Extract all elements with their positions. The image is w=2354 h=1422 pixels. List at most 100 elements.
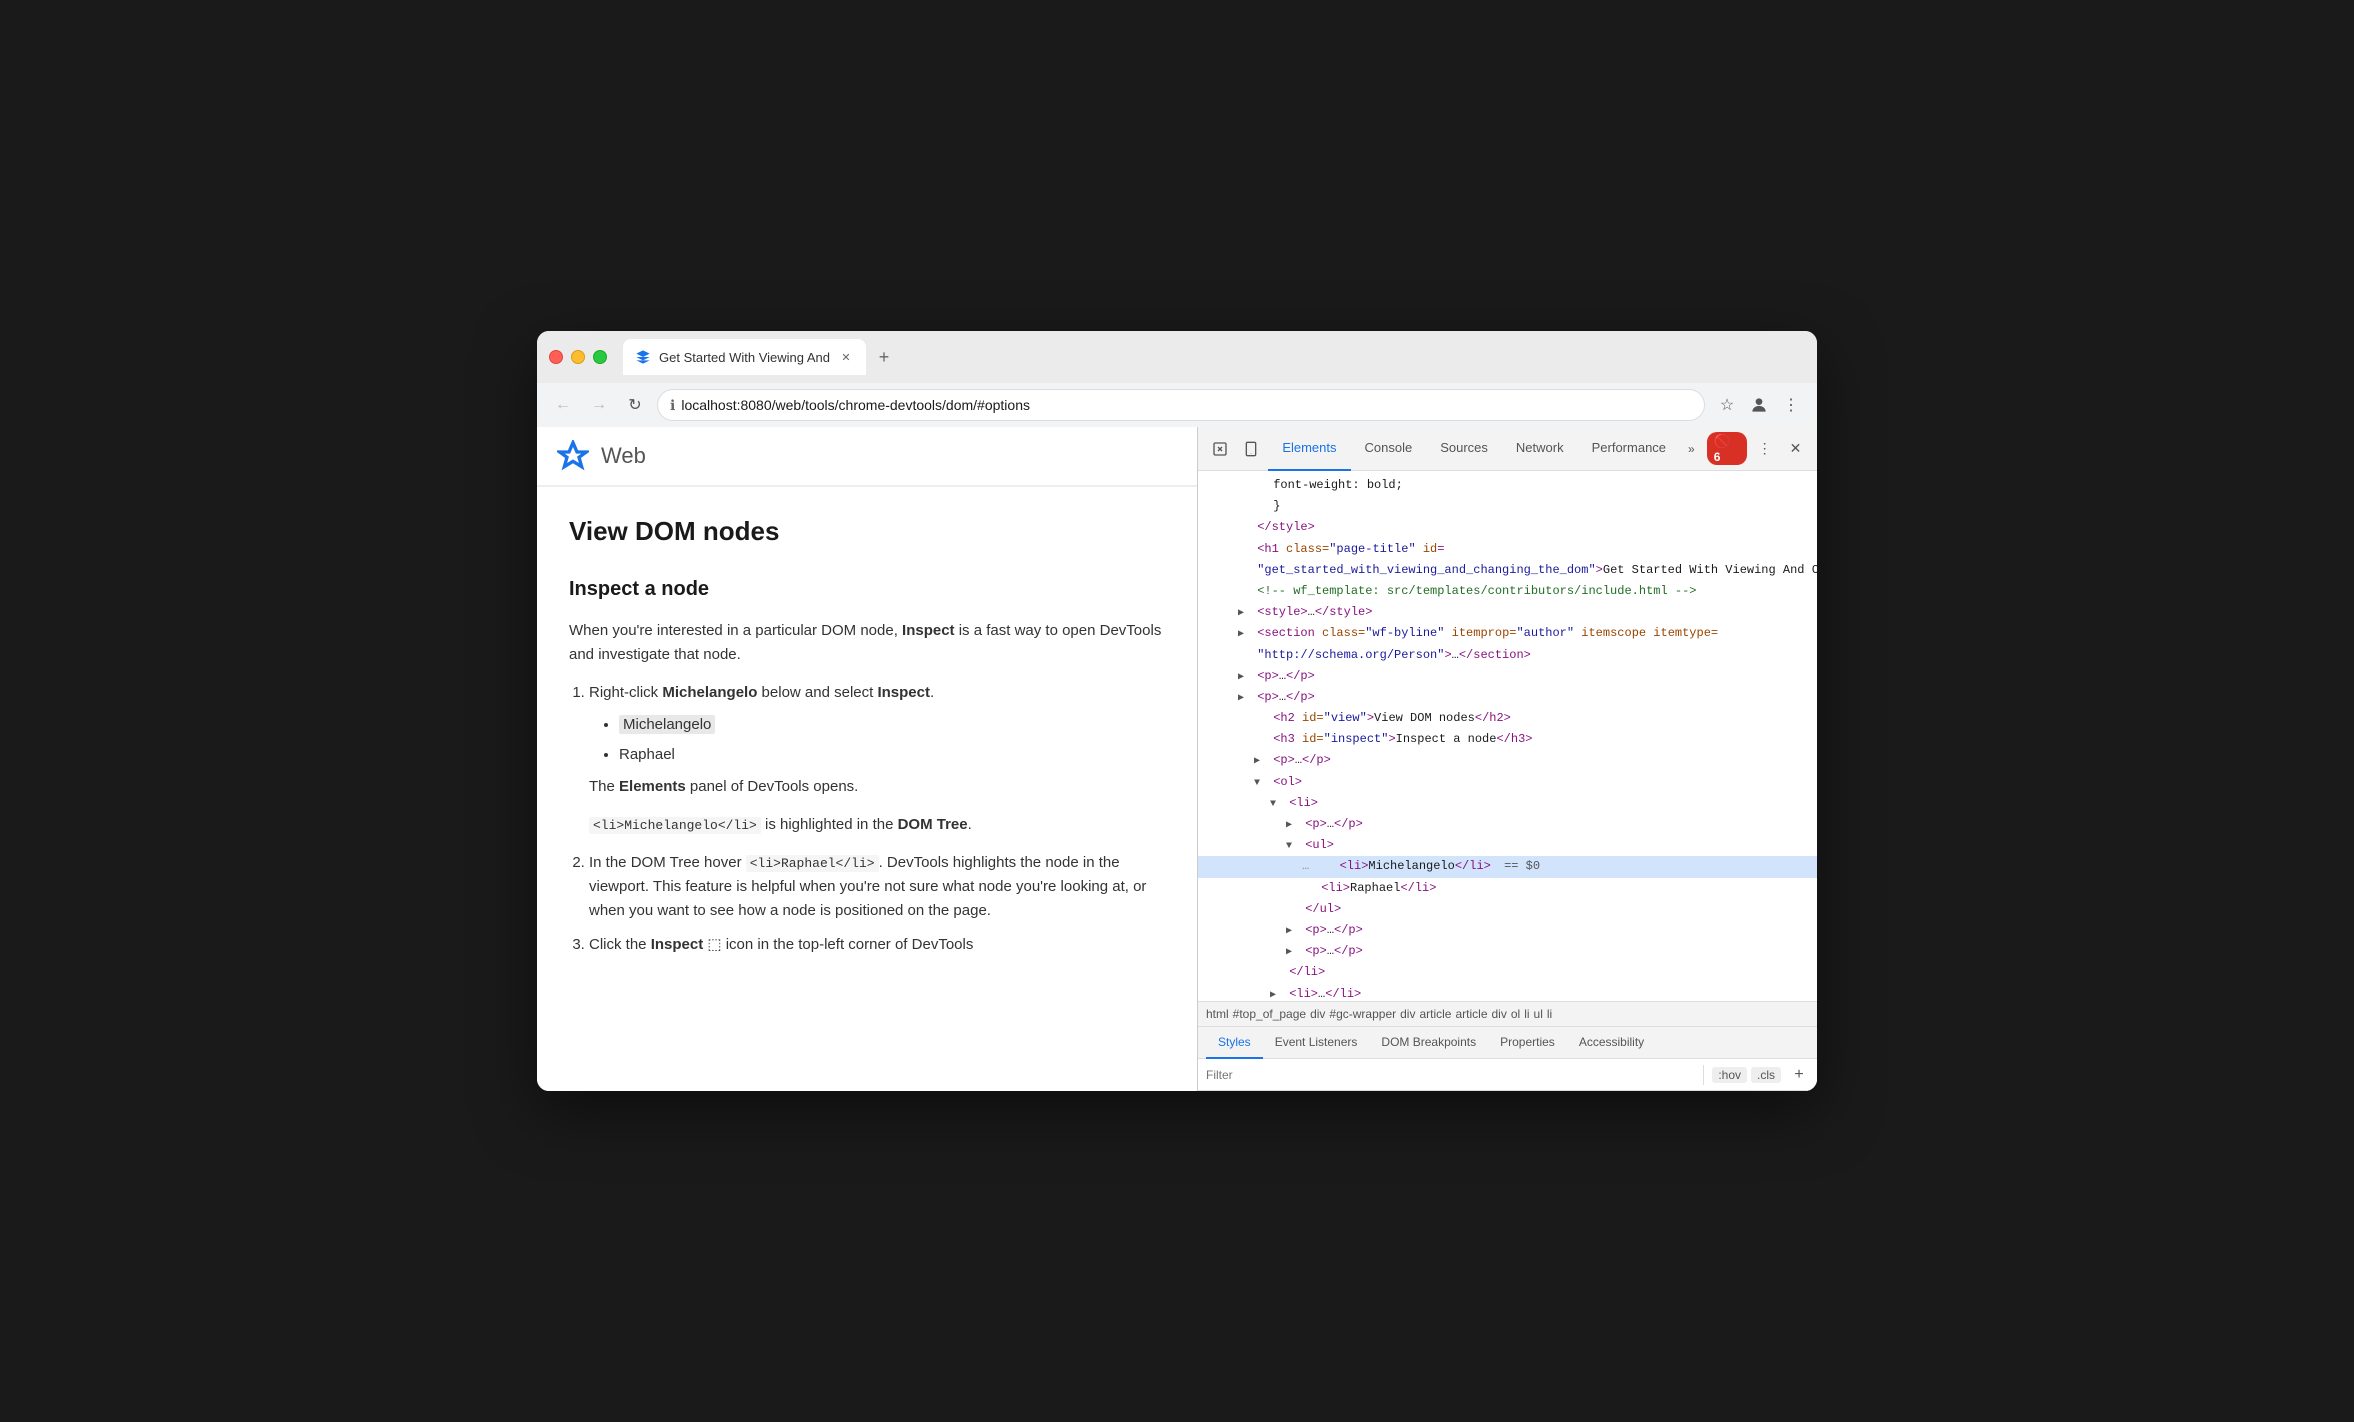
account-button[interactable] [1745,391,1773,419]
step3-bold: Inspect [651,936,704,953]
dom-line-ul-close: </ul> [1198,899,1817,920]
filter-input[interactable] [1206,1068,1695,1082]
triangle-icon[interactable] [1254,776,1266,792]
step1-bold2: Inspect [877,684,930,701]
step1-text-end: . [930,684,934,701]
tab-console[interactable]: Console [1351,427,1427,471]
bp-tab-styles[interactable]: Styles [1206,1027,1263,1059]
section-heading: Inspect a node [569,573,1165,605]
breadcrumb-article1[interactable]: article [1419,1007,1451,1021]
intro-text: When you're interested in a particular D… [569,622,902,639]
webpage-content: View DOM nodes Inspect a node When you'r… [537,487,1197,995]
dom-line: <p>…</p> [1198,666,1817,687]
dom-line: <p>…</p> [1198,750,1817,771]
site-logo [557,440,589,472]
menu-button[interactable]: ⋮ [1777,391,1805,419]
minimize-traffic-light[interactable] [571,350,585,364]
breadcrumb-li1[interactable]: li [1524,1007,1529,1021]
breadcrumb-gc-wrapper[interactable]: #gc-wrapper [1329,1007,1396,1021]
steps-list: Right-click Michelangelo below and selec… [569,681,1165,957]
triangle-icon[interactable] [1254,754,1266,770]
filter-add-button[interactable]: + [1789,1065,1809,1085]
tab-elements[interactable]: Elements [1268,427,1350,471]
tab-close-button[interactable]: ✕ [838,349,854,365]
devtools-device-icon[interactable] [1237,435,1264,463]
step1-elements-bold: Elements [619,778,686,795]
new-tab-button[interactable]: + [870,343,898,371]
filter-tag-hov[interactable]: :hov [1712,1067,1747,1083]
breadcrumb-html[interactable]: html [1206,1007,1229,1021]
bp-tab-accessibility[interactable]: Accessibility [1567,1027,1656,1059]
step1-text-before: Right-click [589,684,662,701]
triangle-icon[interactable] [1286,924,1298,940]
error-badge: 🚫 6 [1707,432,1747,465]
dom-line-michelangelo[interactable]: … <li>Michelangelo</li> == $0 [1198,856,1817,877]
breadcrumb-div2[interactable]: div [1400,1007,1415,1021]
tab-network[interactable]: Network [1502,427,1578,471]
triangle-icon[interactable] [1270,988,1282,1002]
triangle-icon[interactable] [1286,945,1298,961]
triangle-icon[interactable] [1238,627,1250,643]
reload-button[interactable]: ↻ [621,391,649,419]
maximize-traffic-light[interactable] [593,350,607,364]
tab-sources[interactable]: Sources [1426,427,1502,471]
triangle-icon[interactable] [1238,606,1250,622]
devtools-tabs: Elements Console Sources Network Perform… [1268,427,1702,471]
dom-line: <!-- wf_template: src/templates/contribu… [1198,581,1817,602]
tab-performance[interactable]: Performance [1578,427,1680,471]
traffic-lights [549,350,607,364]
url-text: localhost:8080/web/tools/chrome-devtools… [681,397,1692,413]
forward-button[interactable]: → [585,391,613,419]
breadcrumb-ol[interactable]: ol [1511,1007,1520,1021]
bp-tab-dom-breakpoints[interactable]: DOM Breakpoints [1369,1027,1488,1059]
breadcrumb-ul[interactable]: ul [1534,1007,1543,1021]
triangle-icon[interactable] [1286,818,1298,834]
divider [1703,1065,1704,1085]
triangle-icon[interactable] [1270,797,1282,813]
breadcrumb-top[interactable]: #top_of_page [1233,1007,1306,1021]
dom-line: <p>…</p> [1198,687,1817,708]
breadcrumb-div1[interactable]: div [1310,1007,1325,1021]
dom-line: "get_started_with_viewing_and_changing_t… [1198,560,1817,581]
address-bar[interactable]: ℹ localhost:8080/web/tools/chrome-devtoo… [657,389,1705,421]
devtools-inspect-icon[interactable] [1206,435,1233,463]
step1-followup: The Elements panel of DevTools opens. [589,775,1165,799]
dom-line: </style> [1198,517,1817,538]
webpage-header: Web [537,427,1197,487]
step3-text-before: Click the [589,936,651,953]
triangle-icon[interactable] [1238,691,1250,707]
dom-breadcrumb: html #top_of_page div #gc-wrapper div ar… [1198,1001,1817,1027]
dollar-zero: == $0 [1504,859,1540,873]
nav-actions: ☆ ⋮ [1713,391,1805,419]
more-tabs-button[interactable]: » [1680,442,1703,456]
step-1: Right-click Michelangelo below and selec… [589,681,1165,837]
webpage-panel: Web View DOM nodes Inspect a node When y… [537,427,1197,1091]
bp-tab-properties[interactable]: Properties [1488,1027,1567,1059]
breadcrumb-div3[interactable]: div [1492,1007,1507,1021]
bp-tab-event-listeners[interactable]: Event Listeners [1263,1027,1370,1059]
breadcrumb-article2[interactable]: article [1455,1007,1487,1021]
tab-title: Get Started With Viewing And [659,350,830,365]
bottom-panel-tabs: Styles Event Listeners DOM Breakpoints P… [1198,1027,1817,1059]
devtools-close-button[interactable]: ✕ [1782,435,1809,463]
dom-line: font-weight: bold; [1198,475,1817,496]
step1-text-mid: below and select [757,684,877,701]
dom-line: <section class="wf-byline" itemprop="aut… [1198,623,1817,644]
back-button[interactable]: ← [549,391,577,419]
devtools-toolbar-right: 🚫 6 ⋮ ✕ [1707,432,1809,465]
triangle-icon[interactable] [1286,839,1298,855]
devtools-menu-button[interactable]: ⋮ [1751,435,1778,463]
nav-bar: ← → ↻ ℹ localhost:8080/web/tools/chrome-… [537,383,1817,427]
active-tab[interactable]: Get Started With Viewing And ✕ [623,339,866,375]
dom-line: <style>…</style> [1198,602,1817,623]
close-traffic-light[interactable] [549,350,563,364]
raphael-item: Raphael [619,743,1165,767]
filter-tag-cls[interactable]: .cls [1751,1067,1781,1083]
dom-line: <li>…</li> [1198,984,1817,1002]
triangle-icon[interactable] [1238,670,1250,686]
devtools-panel: Elements Console Sources Network Perform… [1197,427,1817,1091]
dom-line-ol-open: <ol> [1198,772,1817,793]
breadcrumb-li2[interactable]: li [1547,1007,1552,1021]
bookmark-button[interactable]: ☆ [1713,391,1741,419]
dom-line: <h1 class="page-title" id= [1198,539,1817,560]
